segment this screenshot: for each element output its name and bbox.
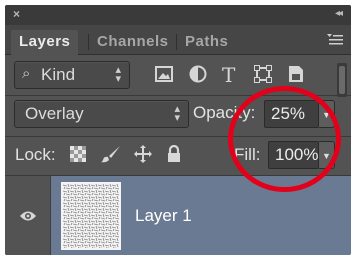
lock-label: Lock: <box>15 145 56 164</box>
panel-menu-icon[interactable] <box>327 34 343 49</box>
type-layer-filter-icon[interactable]: T <box>222 63 242 87</box>
close-icon[interactable]: × <box>13 7 20 21</box>
layers-panel: × ◂◂ Layers Channels Paths ⌕ Kind ▴▾ T <box>5 5 351 255</box>
panel-tabs: Layers Channels Paths <box>5 25 351 55</box>
chevron-updown-icon: ▴ ▾ <box>174 103 180 124</box>
eye-icon[interactable] <box>19 209 37 227</box>
layer-thumbnail[interactable] <box>61 182 121 250</box>
visibility-column <box>5 176 51 255</box>
tab-channels[interactable]: Channels <box>89 30 177 55</box>
kind-filter-label: Kind <box>41 65 76 84</box>
lock-transparent-pixels-icon[interactable] <box>70 146 88 164</box>
chevron-updown-icon: ▴ ▾ <box>115 64 121 85</box>
panel-titlebar: × ◂◂ <box>5 5 351 25</box>
pixel-layer-filter-icon[interactable] <box>155 66 175 86</box>
tab-layers[interactable]: Layers <box>11 30 79 55</box>
smart-object-filter-icon[interactable] <box>288 65 308 85</box>
blend-mode-value: Overlay <box>25 104 84 123</box>
search-icon: ⌕ <box>22 65 31 82</box>
lock-all-icon[interactable] <box>167 144 185 163</box>
filter-toggle-thumb <box>339 66 345 94</box>
adjustment-layer-filter-icon[interactable] <box>189 65 209 85</box>
tab-paths[interactable]: Paths <box>177 30 236 55</box>
lock-image-pixels-icon[interactable] <box>101 145 120 163</box>
shape-layer-filter-icon[interactable] <box>254 65 274 85</box>
filter-toggle-switch[interactable] <box>337 63 347 97</box>
kind-filter-dropdown[interactable]: ⌕ Kind ▴ ▾ <box>14 61 130 89</box>
collapse-icon[interactable]: ◂◂ <box>335 8 343 19</box>
blend-mode-dropdown[interactable]: Overlay ▴ ▾ <box>14 100 189 128</box>
lock-position-icon[interactable] <box>134 145 152 163</box>
annotation-circle <box>228 86 341 192</box>
layer-name[interactable]: Layer 1 <box>135 206 192 226</box>
